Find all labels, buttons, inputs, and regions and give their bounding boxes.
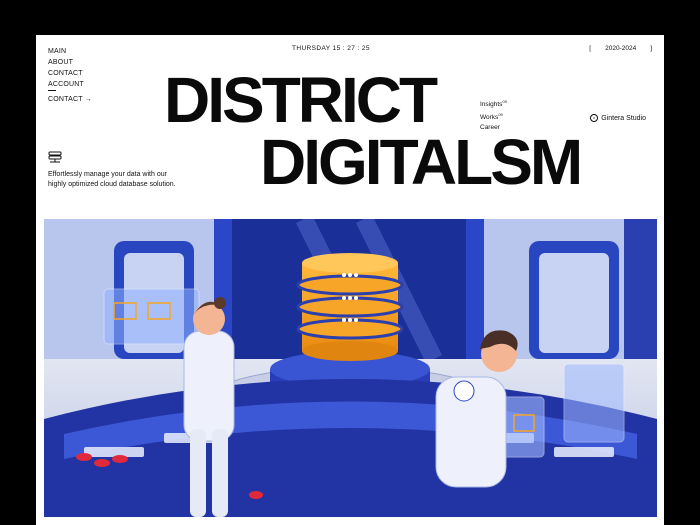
copyright-icon: c	[590, 114, 599, 122]
nav-item-main[interactable]: MAIN	[48, 46, 92, 57]
hero-tagline: Effortlessly manage your data with our h…	[48, 171, 176, 188]
year-range-label: 2020-2024	[605, 45, 637, 52]
studio-name: Gintera Studio	[601, 114, 646, 122]
secondary-links: Insights09 Works09 Career	[480, 97, 507, 133]
year-range: [ 2020-2024 ]	[589, 45, 652, 52]
database-icon	[48, 151, 62, 163]
page-title-line-2: DIGITALSM	[260, 126, 583, 198]
landing-page: MAIN ABOUT CONTACT ACCOUNT CONTACT → THU…	[36, 35, 664, 525]
hero-illustration	[44, 219, 657, 517]
clock-readout: THURSDAY 15 : 27 : 25	[292, 45, 370, 52]
link-career[interactable]: Career	[480, 123, 507, 133]
main-nav: MAIN ABOUT CONTACT ACCOUNT CONTACT →	[48, 46, 92, 105]
nav-item-account[interactable]: ACCOUNT	[48, 79, 92, 90]
nav-item-contact-cta[interactable]: CONTACT →	[48, 94, 92, 105]
nav-item-contact[interactable]: CONTACT	[48, 68, 92, 79]
studio-credit[interactable]: c Gintera Studio	[590, 114, 646, 122]
page-title: DISTRICT DIGITALSM	[164, 64, 583, 198]
link-insights[interactable]: Insights09	[480, 97, 507, 110]
bracket-close: ]	[650, 45, 652, 52]
page-title-line-1: DISTRICT	[164, 64, 438, 136]
bracket-open: [	[589, 45, 592, 52]
nav-item-about[interactable]: ABOUT	[48, 57, 92, 68]
link-works[interactable]: Works09	[480, 110, 507, 123]
server-room-illustration	[44, 219, 657, 517]
nav-active-indicator	[48, 90, 56, 91]
